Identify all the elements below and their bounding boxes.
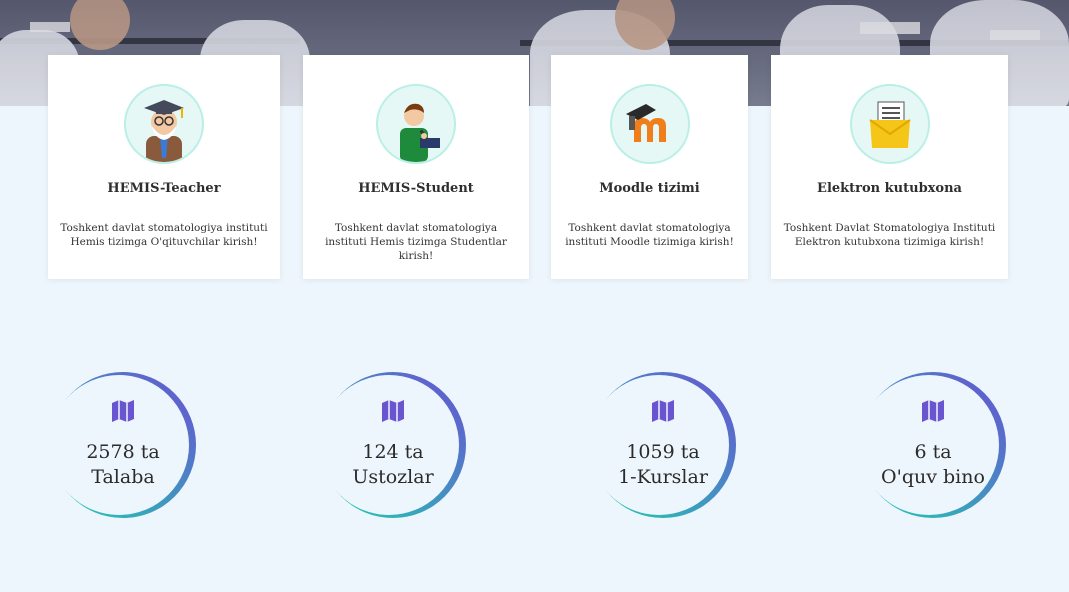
stat-text: 124 ta Ustozlar — [318, 440, 468, 490]
stat-count: 1059 ta — [626, 441, 700, 463]
card-hemis-student[interactable]: HEMIS-Student Toshkent davlat stomatolog… — [303, 55, 529, 279]
card-description: Toshkent davlat stomatologiya instituti … — [325, 222, 507, 262]
stat-talaba: 2578 ta Talaba — [48, 370, 198, 520]
stat-count: 2578 ta — [86, 441, 160, 463]
stat-count: 6 ta — [914, 441, 952, 463]
card-hemis-teacher[interactable]: HEMIS-Teacher Toshkent davlat stomatolog… — [48, 55, 280, 279]
teacher-icon — [124, 84, 204, 164]
stat-text: 1059 ta 1-Kurslar — [588, 440, 738, 490]
stat-label: O'quv bino — [881, 466, 985, 488]
page: HEMIS-Teacher Toshkent davlat stomatolog… — [0, 0, 1069, 592]
card-elektron-kutubxona[interactable]: Elektron kutubxona Toshkent Davlat Stoma… — [771, 55, 1008, 279]
card-description: Toshkent Davlat Stomatologiya Instituti … — [783, 222, 996, 248]
library-folder-icon — [849, 84, 930, 164]
card-title[interactable]: Elektron kutubxona — [771, 181, 1008, 196]
stat-kurslar: 1059 ta 1-Kurslar — [588, 370, 738, 520]
stat-text: 6 ta O'quv bino — [858, 440, 1008, 490]
stat-oquv-bino: 6 ta O'quv bino — [858, 370, 1008, 520]
student-icon — [376, 84, 456, 164]
moodle-icon — [609, 84, 690, 164]
stat-count: 124 ta — [362, 441, 424, 463]
map-icon — [382, 400, 404, 422]
map-icon — [922, 400, 944, 422]
stat-label: 1-Kurslar — [618, 466, 708, 488]
stat-ustozlar: 124 ta Ustozlar — [318, 370, 468, 520]
card-moodle[interactable]: Moodle tizimi Toshkent davlat stomatolog… — [551, 55, 748, 279]
card-description: Toshkent davlat stomatologiya instituti … — [565, 222, 734, 248]
card-title[interactable]: HEMIS-Student — [303, 181, 529, 196]
stat-label: Ustozlar — [352, 466, 434, 488]
map-icon — [112, 400, 134, 422]
stat-text: 2578 ta Talaba — [48, 440, 198, 490]
card-title[interactable]: Moodle tizimi — [551, 181, 748, 196]
card-description: Toshkent davlat stomatologiya instituti … — [60, 222, 268, 248]
card-title[interactable]: HEMIS-Teacher — [48, 181, 280, 196]
map-icon — [652, 400, 674, 422]
stat-label: Talaba — [91, 466, 155, 488]
